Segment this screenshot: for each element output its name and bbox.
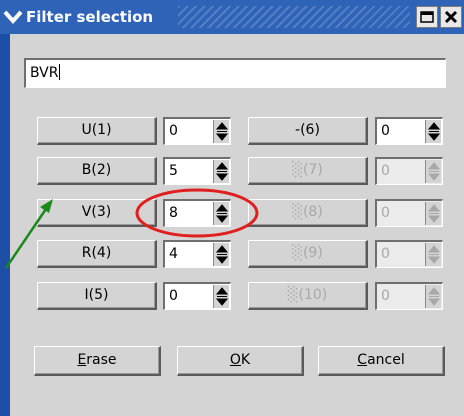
spin-arrows-icon[interactable] xyxy=(213,160,229,183)
filter-name-value: BVR xyxy=(30,65,59,81)
text-caret xyxy=(59,64,61,80)
filter-value-7: 0 xyxy=(381,163,390,179)
titlebar-hatch xyxy=(178,6,410,28)
highlight-ellipse xyxy=(135,188,259,238)
filter-button-9: ░(9) xyxy=(248,240,368,268)
spin-arrows-icon[interactable] xyxy=(425,120,441,143)
spin-arrows-icon[interactable] xyxy=(213,285,229,308)
filter-value-5: 0 xyxy=(169,288,178,304)
filter-spinbox-10: 0 xyxy=(375,282,443,310)
cancel-mnemonic: C xyxy=(357,352,368,368)
erase-mnemonic: E xyxy=(77,352,87,368)
cancel-label-rest: ancel xyxy=(367,352,405,368)
filter-value-2: 5 xyxy=(169,163,178,179)
chevron-down-icon[interactable] xyxy=(2,6,24,28)
filter-spinbox-7: 0 xyxy=(375,157,443,185)
ok-mnemonic: O xyxy=(229,352,241,368)
ok-label-rest: K xyxy=(240,352,251,368)
filter-button-1[interactable]: U(1) xyxy=(37,117,157,145)
spin-arrows-icon[interactable] xyxy=(213,243,229,266)
filter-spinbox-2[interactable]: 5 xyxy=(163,157,231,185)
filter-button-10: ░(10) xyxy=(248,282,368,310)
spin-arrows-icon xyxy=(425,160,441,183)
filter-button-5[interactable]: I(5) xyxy=(37,282,157,310)
spin-arrows-icon[interactable] xyxy=(213,120,229,143)
filter-button-7: ░(7) xyxy=(248,157,368,185)
filter-selection-window: Filter selection BVR U(1) 0 B(2) 5 V(3) … xyxy=(0,0,464,416)
annotation-arrow-icon xyxy=(4,199,53,269)
filter-value-6: 0 xyxy=(381,123,390,139)
ok-button[interactable]: OK xyxy=(177,346,304,376)
filter-spinbox-9: 0 xyxy=(375,240,443,268)
close-icon[interactable] xyxy=(440,6,462,28)
filter-spinbox-5[interactable]: 0 xyxy=(163,282,231,310)
maximize-icon[interactable] xyxy=(416,6,438,28)
filter-value-9: 0 xyxy=(381,246,390,262)
filter-spinbox-4[interactable]: 4 xyxy=(163,240,231,268)
filter-name-input[interactable]: BVR xyxy=(24,58,446,88)
window-title: Filter selection xyxy=(26,8,154,26)
erase-label-rest: rase xyxy=(86,352,117,368)
cancel-button[interactable]: Cancel xyxy=(318,346,445,376)
filter-value-1: 0 xyxy=(169,123,178,139)
spin-arrows-icon xyxy=(425,285,441,308)
filter-button-6[interactable]: -(6) xyxy=(248,117,368,145)
erase-button[interactable]: Erase xyxy=(34,346,161,376)
title-bar[interactable]: Filter selection xyxy=(0,0,464,34)
filter-value-10: 0 xyxy=(381,288,390,304)
filter-spinbox-1[interactable]: 0 xyxy=(163,117,231,145)
spin-arrows-icon xyxy=(425,202,441,225)
filter-value-4: 4 xyxy=(169,246,178,262)
filter-value-8: 0 xyxy=(381,205,390,221)
filter-button-2[interactable]: B(2) xyxy=(37,157,157,185)
filter-spinbox-6[interactable]: 0 xyxy=(375,117,443,145)
filter-spinbox-8: 0 xyxy=(375,199,443,227)
spin-arrows-icon xyxy=(425,243,441,266)
filter-button-8: ░(8) xyxy=(248,199,368,227)
